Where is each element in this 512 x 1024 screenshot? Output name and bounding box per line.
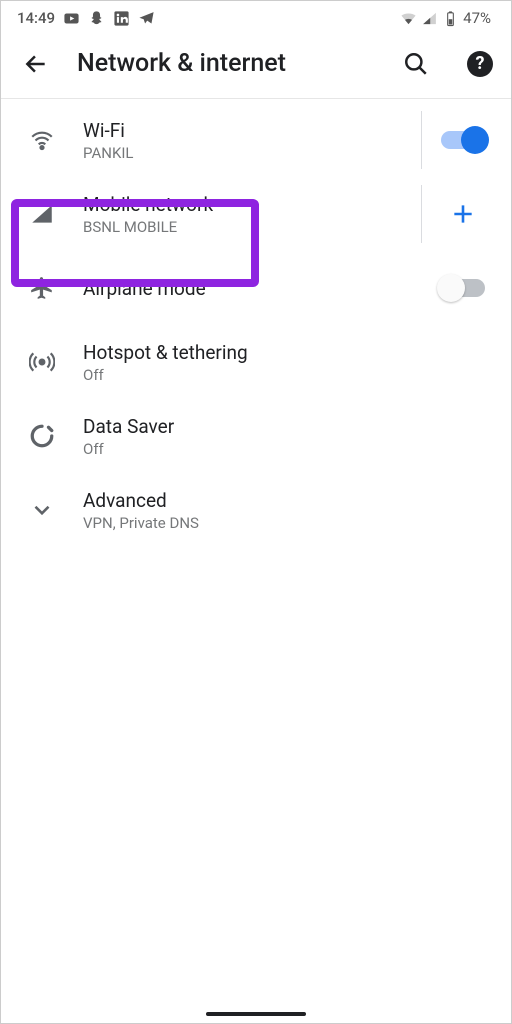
chevron-down-icon [1, 497, 83, 523]
wifi-title: Wi-Fi [83, 119, 415, 142]
navigation-handle[interactable] [206, 1012, 306, 1016]
help-icon[interactable]: ? [467, 51, 493, 77]
youtube-icon [63, 10, 80, 27]
linkedin-icon [113, 10, 130, 27]
data-saver-title: Data Saver [83, 415, 415, 438]
airplane-toggle[interactable] [441, 279, 485, 297]
wifi-subtitle: PANKIL [83, 144, 415, 162]
mobile-subtitle: BSNL MOBILE [83, 218, 415, 236]
status-time: 14:49 [17, 9, 55, 27]
battery-icon [442, 10, 459, 27]
status-bar: 14:49 47% [1, 1, 511, 35]
snapchat-icon [88, 10, 105, 27]
hotspot-row[interactable]: Hotspot & tethering Off [1, 325, 511, 399]
search-icon[interactable] [403, 51, 429, 77]
airplane-icon [1, 275, 83, 301]
app-bar: Network & internet ? [1, 35, 511, 99]
wifi-status-icon [400, 10, 417, 27]
settings-list: Wi-Fi PANKIL Mobile network BSNL MOBILE … [1, 99, 511, 547]
data-saver-icon [1, 423, 83, 449]
airplane-mode-row[interactable]: Airplane mode [1, 251, 511, 325]
hotspot-icon [1, 349, 83, 375]
page-title: Network & internet [77, 49, 365, 78]
advanced-row[interactable]: Advanced VPN, Private DNS [1, 473, 511, 547]
airplane-title: Airplane mode [83, 277, 415, 300]
wifi-icon [1, 127, 83, 153]
hotspot-subtitle: Off [83, 366, 415, 384]
hotspot-title: Hotspot & tethering [83, 341, 415, 364]
add-network-icon[interactable] [450, 201, 476, 227]
cellular-icon [1, 201, 83, 227]
battery-percent: 47% [463, 9, 491, 27]
cellular-status-icon [421, 10, 438, 27]
mobile-title: Mobile network [83, 193, 415, 216]
wifi-row[interactable]: Wi-Fi PANKIL [1, 103, 511, 177]
back-icon[interactable] [23, 51, 49, 77]
data-saver-row[interactable]: Data Saver Off [1, 399, 511, 473]
wifi-toggle[interactable] [441, 131, 485, 149]
advanced-subtitle: VPN, Private DNS [83, 514, 415, 532]
telegram-icon [138, 10, 155, 27]
advanced-title: Advanced [83, 489, 415, 512]
data-saver-subtitle: Off [83, 440, 415, 458]
mobile-network-row[interactable]: Mobile network BSNL MOBILE [1, 177, 511, 251]
